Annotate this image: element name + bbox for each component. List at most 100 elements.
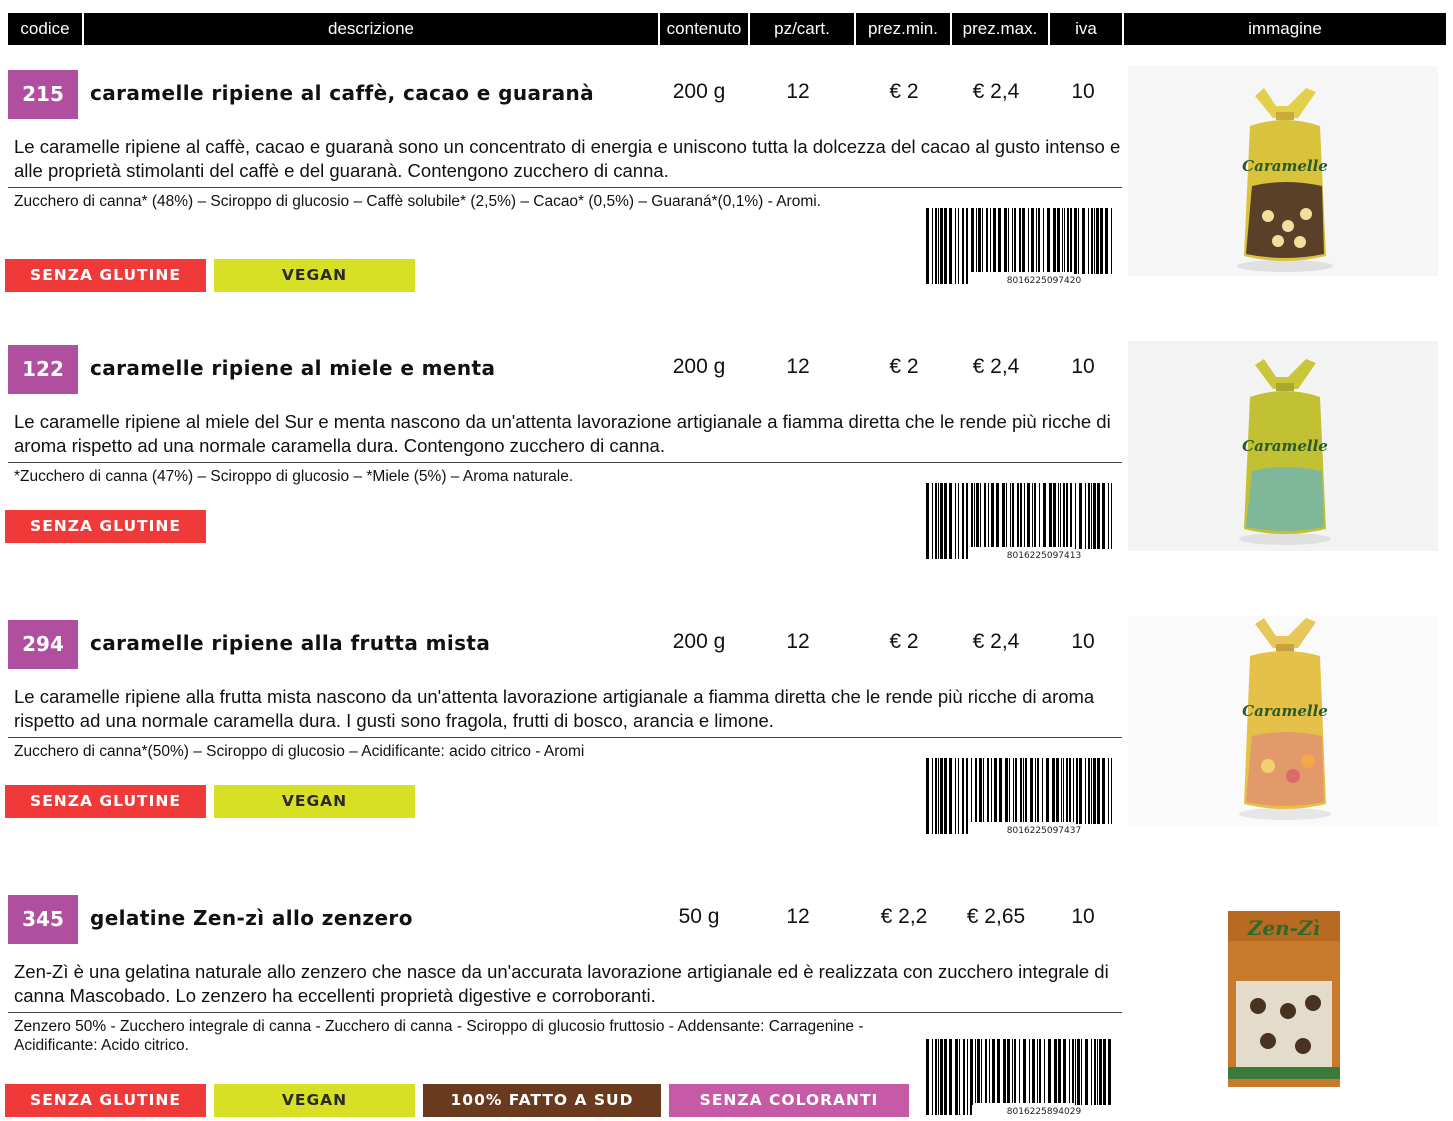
barcode-bar (1005, 758, 1008, 822)
barcode-bar (978, 208, 981, 272)
barcode-bar (1061, 758, 1062, 822)
barcode-bar (949, 483, 952, 559)
barcode-bar (962, 758, 964, 834)
barcode-bar (1020, 758, 1022, 822)
barcode-bar (1027, 483, 1030, 547)
barcode-bar (938, 1039, 939, 1115)
barcode-bar (1032, 483, 1033, 547)
product-photo: Caramelle (1128, 616, 1438, 826)
badge-group: SENZA GLUTINE (5, 510, 206, 543)
divider (8, 462, 1122, 463)
badge-fatto-a-sud: 100% FATTO A SUD (423, 1084, 661, 1117)
barcode-bar (959, 1039, 960, 1115)
barcode-bar (1019, 1039, 1020, 1103)
barcode-bar (1053, 208, 1056, 272)
barcode-bar (981, 1039, 982, 1103)
barcode-bar (935, 758, 937, 834)
product-description: Le caramelle ripiene alla frutta mista n… (14, 686, 1095, 731)
barcode-bar (994, 758, 997, 822)
product-code: 122 (8, 345, 78, 394)
barcode-bar (1049, 483, 1052, 547)
product-code: 345 (8, 895, 78, 944)
badge-senza-glutine: SENZA GLUTINE (5, 1084, 206, 1117)
barcode-bar (1066, 758, 1068, 822)
barcode-bar (1097, 1039, 1098, 1115)
barcode-bar (1030, 758, 1033, 822)
barcode-bar (958, 483, 959, 559)
product-title: gelatine Zen-zì allo zenzero (90, 906, 413, 930)
barcode-bar (998, 208, 1001, 272)
barcode-bar (1019, 208, 1021, 272)
barcode-bar (1091, 483, 1092, 559)
barcode-bar (1023, 1039, 1026, 1103)
barcode-bar (1088, 483, 1090, 559)
barcode-number: 8016225097413 (1007, 551, 1081, 561)
barcode-bar (1025, 758, 1027, 822)
product-ingredients: Zucchero di canna*(50%) – Sciroppo di gl… (14, 743, 585, 760)
barcode-bar (1038, 208, 1040, 272)
barcode-bar (1085, 1039, 1088, 1115)
barcode-bar (1063, 758, 1064, 822)
barcode-bar (1014, 1039, 1016, 1103)
table-header: codice descrizione contenuto pz/cart. pr… (8, 13, 1446, 45)
product-contenuto: 200 g (672, 630, 726, 653)
barcode-bar (1067, 208, 1069, 272)
product-pz: 12 (786, 355, 810, 378)
barcode-bar (1058, 1039, 1061, 1103)
barcode-bar (1039, 483, 1040, 547)
barcode-bar (1010, 483, 1011, 547)
product-description: Zen-Zì è una gelatina naturale allo zenz… (14, 961, 1109, 1006)
product-row: 122 caramelle ripiene al miele e menta 2… (0, 341, 1453, 611)
barcode-bar (989, 1039, 990, 1103)
barcode-bar (1081, 1039, 1082, 1115)
barcode-bar (1017, 483, 1019, 547)
barcode-bar (1012, 483, 1014, 547)
product-code: 215 (8, 70, 78, 119)
header-descrizione: descrizione (84, 13, 660, 45)
barcode-bar (1111, 208, 1112, 284)
barcode-bar (971, 208, 974, 272)
barcode-bar (926, 483, 929, 559)
divider (8, 737, 1122, 738)
barcode-bar (935, 208, 937, 284)
barcode-bar (1064, 208, 1065, 272)
product-photo: Zen-Zì (1128, 891, 1438, 1101)
barcode-bar (935, 1039, 937, 1115)
barcode-bar (962, 208, 964, 284)
badge-senza-glutine: SENZA GLUTINE (5, 510, 206, 543)
barcode-bar (983, 758, 984, 822)
barcode-bar (938, 758, 939, 834)
barcode-bar (974, 483, 975, 547)
product-code: 294 (8, 620, 78, 669)
packaging-text: Zen-Zì (1247, 916, 1320, 940)
product-pz: 12 (786, 80, 810, 103)
barcode-bar (1029, 1039, 1030, 1103)
barcode-bar (955, 1039, 958, 1115)
barcode-bar (1002, 483, 1005, 547)
barcode-bar (1024, 483, 1025, 547)
barcode-bar (932, 758, 933, 834)
badge-senza-glutine: SENZA GLUTINE (5, 259, 206, 292)
barcode-bar (926, 1039, 929, 1115)
barcode-number: 8016225097420 (1007, 276, 1082, 286)
barcode-bar (1099, 1039, 1102, 1115)
barcode-bar (938, 208, 939, 284)
barcode-bar (1043, 208, 1044, 272)
barcode-bar (996, 483, 999, 547)
product-prez-min: € 2,2 (880, 905, 928, 928)
product-contenuto: 200 g (672, 355, 726, 378)
barcode-bar (1096, 208, 1099, 284)
product-prez-min: € 2 (889, 80, 919, 103)
product-contenuto: 50 g (678, 905, 720, 928)
product-iva: 10 (1071, 905, 1095, 928)
barcode-bar (966, 208, 968, 284)
badge-group: SENZA GLUTINE VEGAN (5, 259, 415, 292)
barcode-bar (991, 483, 994, 547)
product-description: Le caramelle ripiene al miele del Sur e … (14, 411, 1111, 456)
barcode-bar (955, 208, 956, 284)
barcode-number: 8016225894029 (1007, 1107, 1082, 1117)
barcode-bar (1085, 758, 1086, 834)
header-prez-max: prez.max. (952, 13, 1050, 45)
barcode: 8016225097437 (926, 758, 1114, 836)
barcode-bar (935, 483, 937, 559)
